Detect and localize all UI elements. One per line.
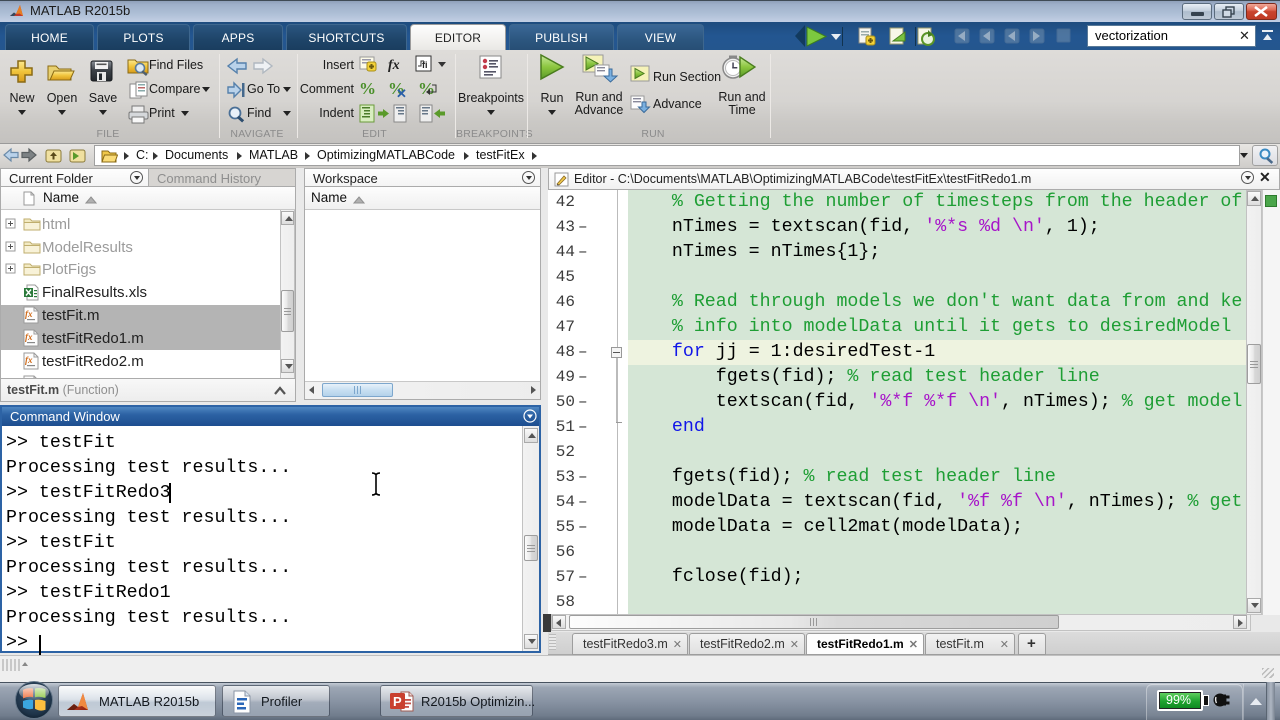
svg-text:fi: fi [422,60,428,70]
svg-text:%: % [359,79,376,98]
svg-text:%: % [418,79,435,98]
svg-text:fx: fx [388,58,400,73]
svg-text:P: P [393,694,402,709]
svg-text:✕: ✕ [396,86,407,101]
